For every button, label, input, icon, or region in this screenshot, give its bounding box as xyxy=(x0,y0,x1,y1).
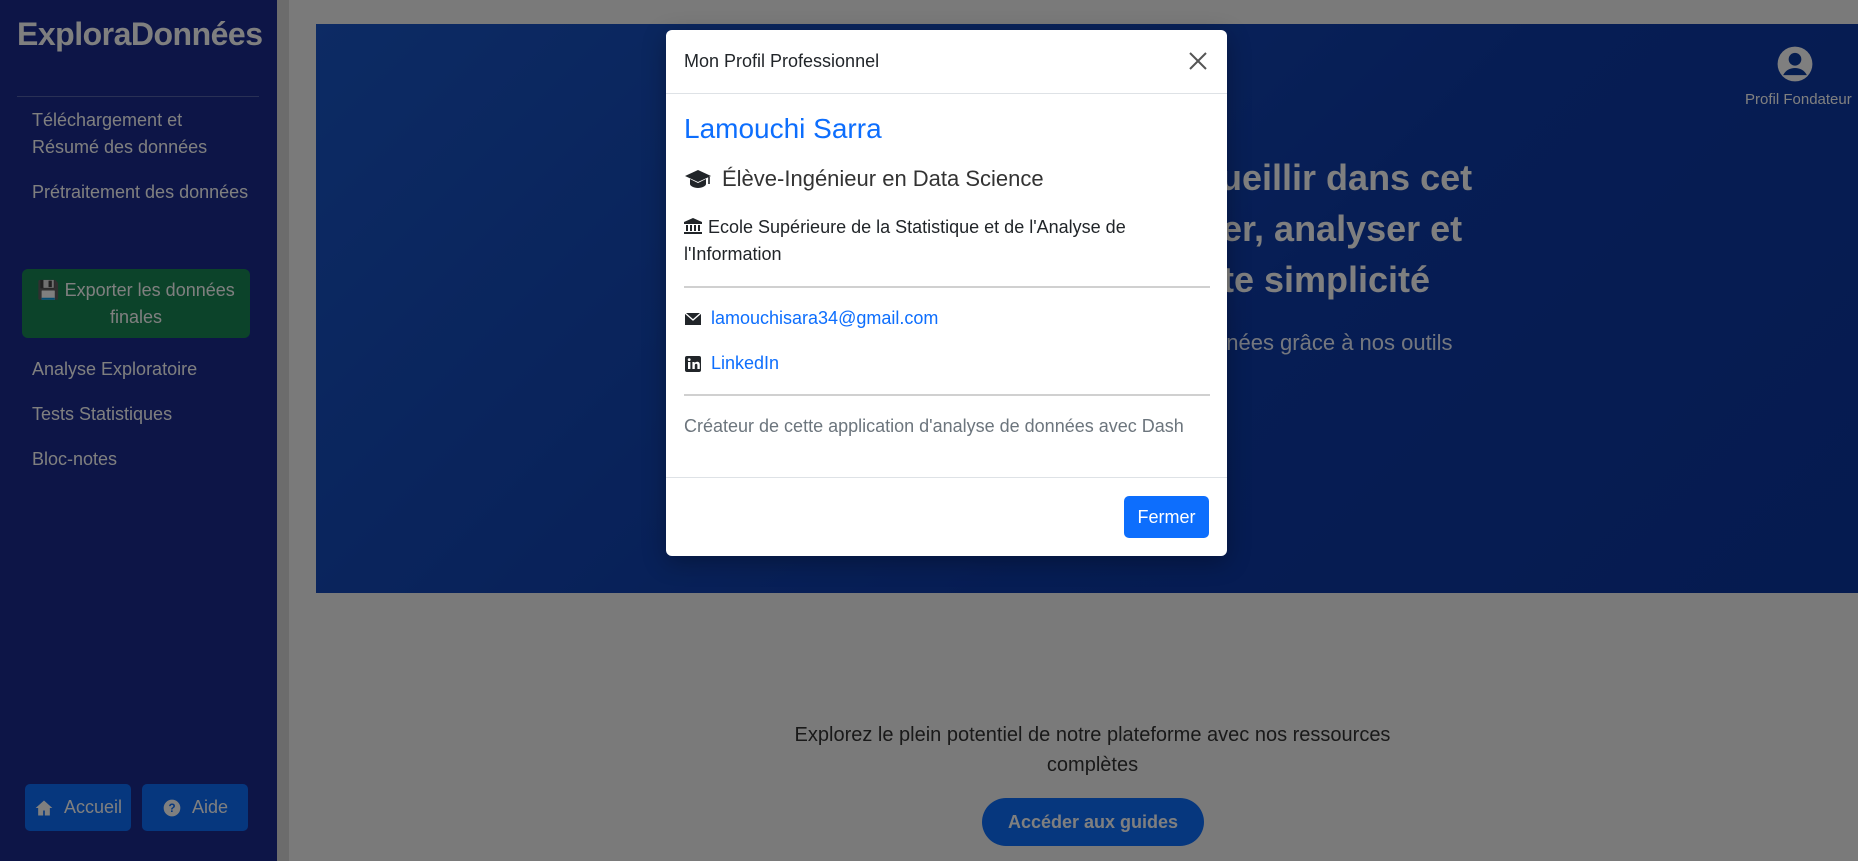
linkedin-row: LinkedIn xyxy=(684,353,779,374)
linkedin-icon xyxy=(685,355,701,372)
graduation-cap-icon xyxy=(685,170,711,188)
modal-header: Mon Profil Professionnel xyxy=(666,30,1227,94)
institution-icon xyxy=(684,218,702,234)
profile-modal: Mon Profil Professionnel Lamouchi Sarra … xyxy=(666,30,1227,556)
envelope-icon xyxy=(684,311,702,325)
email-row: lamouchisara34@gmail.com xyxy=(684,308,938,329)
profile-role-text: Élève-Ingénieur en Data Science xyxy=(722,166,1044,191)
profile-school-text: Ecole Supérieure de la Statistique et de… xyxy=(684,217,1126,264)
email-link[interactable]: lamouchisara34@gmail.com xyxy=(711,308,938,329)
linkedin-link[interactable]: LinkedIn xyxy=(711,353,779,374)
profile-role: Élève-Ingénieur en Data Science xyxy=(684,166,1044,192)
profile-description: Créateur de cette application d'analyse … xyxy=(684,416,1184,436)
section-divider xyxy=(684,286,1210,288)
close-button[interactable]: Fermer xyxy=(1124,496,1209,538)
close-icon[interactable] xyxy=(1186,49,1210,73)
profile-school: Ecole Supérieure de la Statistique et de… xyxy=(684,214,1204,268)
profile-name: Lamouchi Sarra xyxy=(684,113,882,144)
modal-title: Mon Profil Professionnel xyxy=(684,51,880,71)
section-divider xyxy=(684,394,1210,396)
modal-footer: Fermer xyxy=(666,477,1227,556)
